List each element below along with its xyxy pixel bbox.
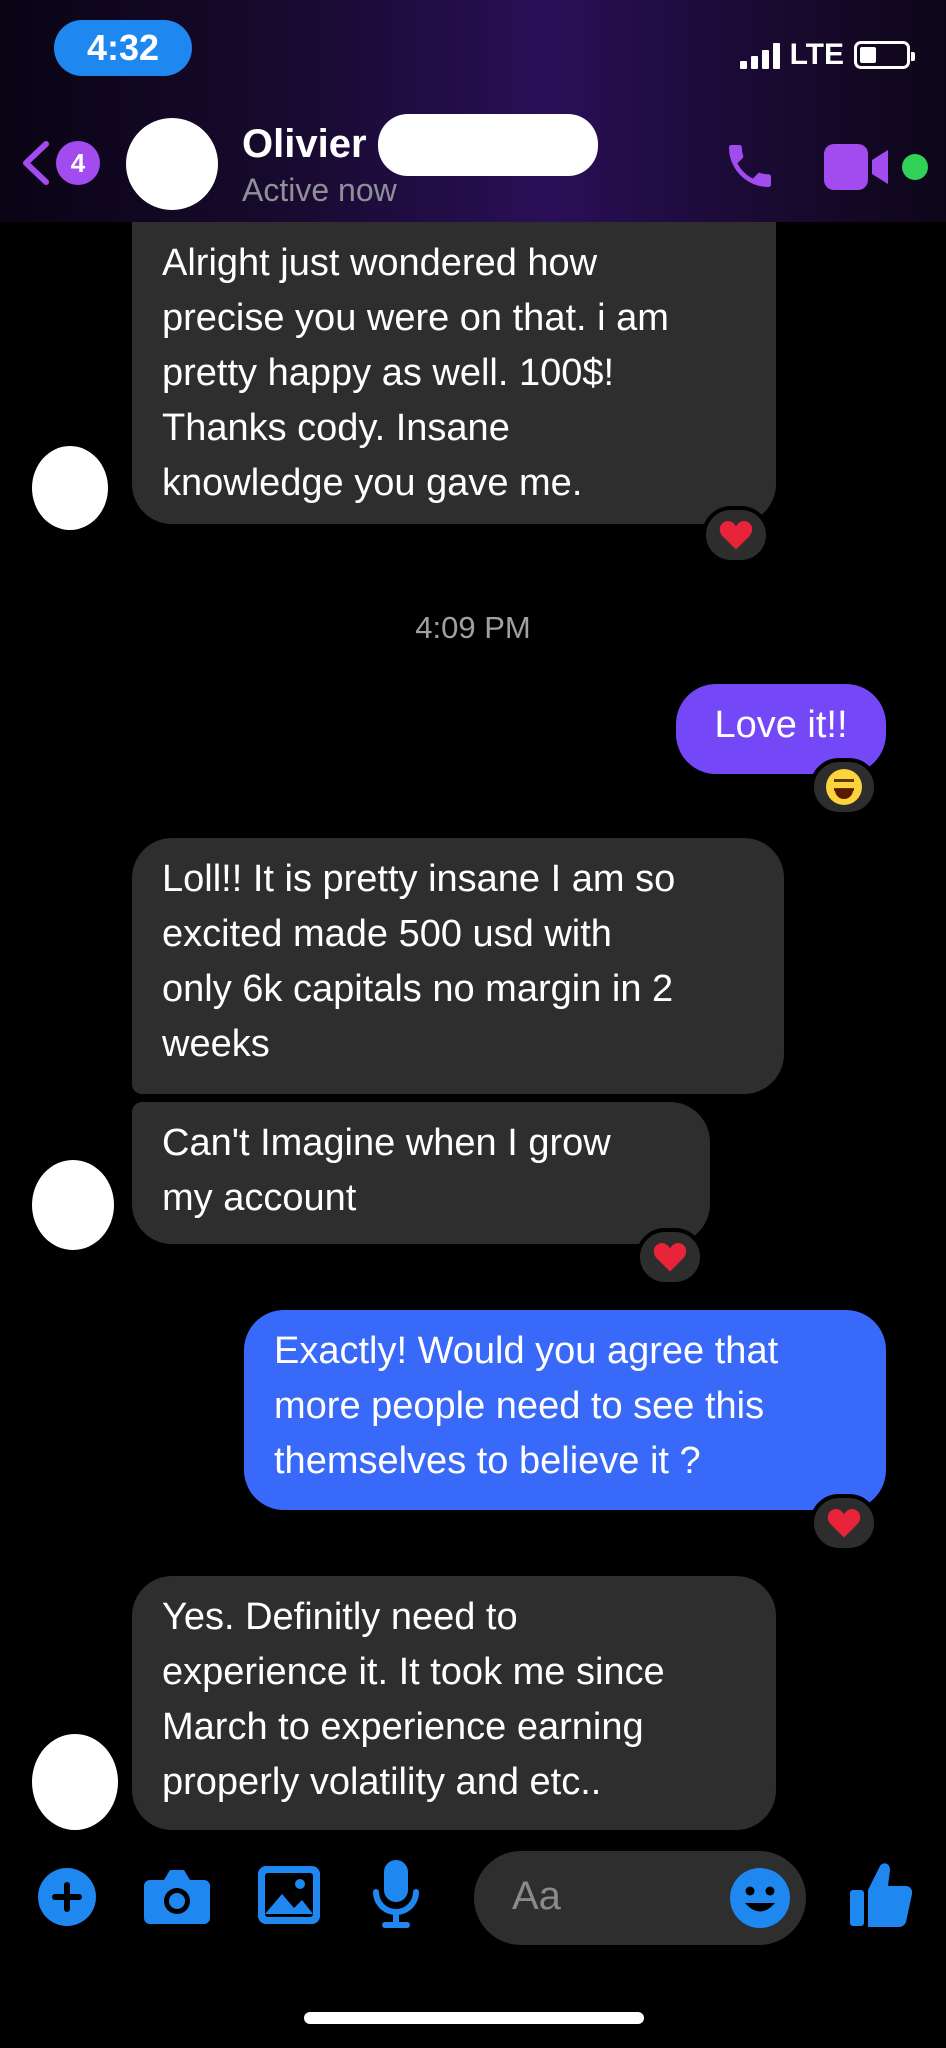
back-button[interactable]: 4	[18, 138, 100, 188]
battery-icon	[854, 41, 915, 69]
message-bubble-incoming[interactable]: Alright just wondered how precise you we…	[132, 222, 776, 524]
thumbs-up-icon[interactable]	[850, 1862, 912, 1928]
signal-icon	[739, 41, 780, 69]
sender-avatar	[32, 446, 108, 530]
video-call-icon[interactable]	[824, 144, 892, 190]
online-indicator	[902, 154, 928, 180]
unread-count-badge: 4	[56, 141, 100, 185]
message-bubble-outgoing[interactable]: Exactly! Would you agree that more peopl…	[244, 1310, 886, 1510]
laughing-reaction[interactable]	[810, 758, 878, 816]
message-bubble-incoming[interactable]: Can't Imagine when I grow my account	[132, 1102, 710, 1244]
heart-reaction[interactable]	[810, 1494, 878, 1552]
phone-icon[interactable]	[722, 138, 778, 194]
status-time: 4:32	[54, 20, 192, 76]
heart-icon	[719, 521, 753, 550]
redaction-mark	[378, 114, 598, 176]
message-bubble-incoming[interactable]: Loll!! It is pretty insane I am so excit…	[132, 838, 784, 1094]
network-label: LTE	[789, 38, 844, 71]
message-input-placeholder: Aa	[512, 1874, 561, 1918]
home-indicator	[304, 2012, 644, 2024]
heart-icon	[827, 1509, 861, 1538]
microphone-icon[interactable]	[372, 1860, 420, 1930]
heart-icon	[653, 1243, 687, 1272]
contact-name[interactable]: Olivier	[242, 122, 367, 167]
heart-reaction[interactable]	[702, 506, 770, 564]
contact-avatar[interactable]	[126, 118, 218, 210]
gallery-icon[interactable]	[258, 1866, 320, 1924]
active-status: Active now	[242, 172, 397, 208]
sender-avatar	[32, 1160, 114, 1250]
message-bubble-incoming[interactable]: Yes. Definitly need to experience it. It…	[132, 1576, 776, 1830]
plus-icon[interactable]	[38, 1868, 96, 1926]
emoji-icon[interactable]	[730, 1868, 790, 1928]
timestamp-divider: 4:09 PM	[415, 610, 531, 645]
sender-avatar	[32, 1734, 118, 1830]
chevron-left-icon	[23, 141, 49, 185]
laughing-emoji-icon	[826, 769, 862, 805]
camera-icon[interactable]	[144, 1866, 210, 1924]
status-indicators: LTE	[739, 38, 915, 72]
heart-reaction[interactable]	[636, 1228, 704, 1286]
